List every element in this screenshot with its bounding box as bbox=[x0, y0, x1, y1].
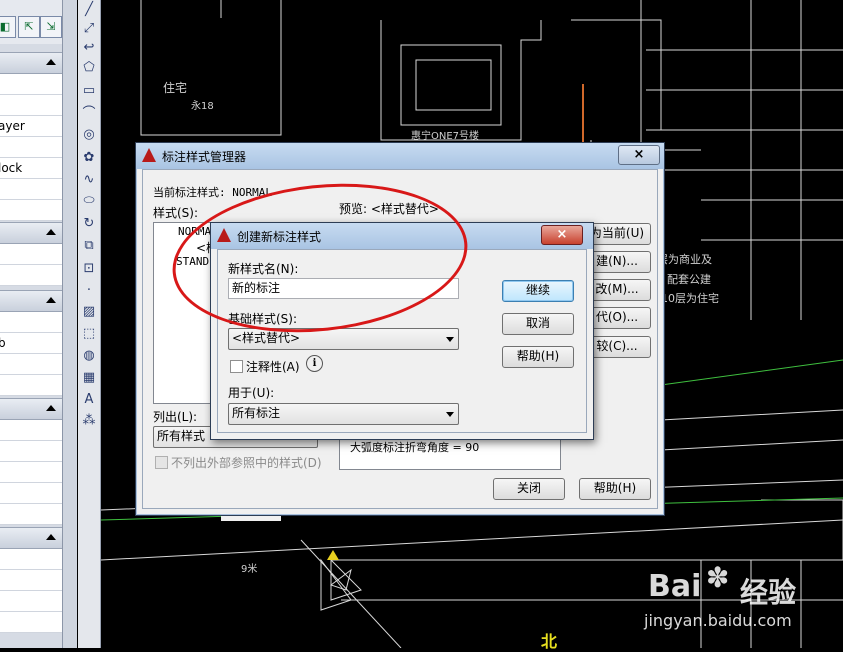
toggle-pickadd-icon[interactable]: ⇲ bbox=[40, 16, 62, 38]
use-for-combo[interactable]: 所有标注 bbox=[228, 403, 459, 425]
region-icon[interactable]: ◍ bbox=[81, 348, 97, 364]
palette-section-view[interactable] bbox=[0, 398, 62, 420]
exclude-xref-checkbox[interactable] bbox=[155, 456, 168, 469]
continue-button[interactable]: 继续 bbox=[502, 280, 574, 302]
palette-row[interactable] bbox=[0, 462, 62, 483]
palette-row[interactable] bbox=[0, 420, 62, 441]
palette-row[interactable] bbox=[0, 375, 62, 396]
polyline-icon[interactable]: ↩ bbox=[81, 40, 97, 56]
palette-section-3d[interactable] bbox=[0, 222, 62, 244]
list-label: 列出(L): bbox=[153, 410, 198, 424]
collapse-icon bbox=[46, 229, 56, 235]
palette-section-plot[interactable] bbox=[0, 290, 62, 312]
hatch-icon[interactable]: ▨ bbox=[81, 304, 97, 320]
info-icon[interactable]: i bbox=[306, 355, 323, 372]
add-selected-icon[interactable]: ⁂ bbox=[81, 413, 97, 429]
collapse-icon bbox=[46, 534, 56, 540]
canvas-label: 住宅 bbox=[163, 81, 188, 95]
palette-row-layer[interactable]: ayer bbox=[0, 116, 62, 137]
rectangle-icon[interactable]: ▭ bbox=[81, 83, 97, 99]
select-objects-icon[interactable]: ◧ bbox=[0, 16, 16, 38]
multiline-text-icon[interactable]: A bbox=[81, 392, 97, 408]
polygon-icon[interactable]: ⬠ bbox=[81, 60, 97, 76]
collapse-icon bbox=[46, 59, 56, 65]
annotative-label: 注释性(A) bbox=[246, 360, 300, 374]
palette-row[interactable] bbox=[0, 137, 62, 158]
palette-row[interactable] bbox=[0, 591, 62, 612]
ellipse-arc-icon[interactable]: ↻ bbox=[81, 216, 97, 232]
watermark-url: jingyan.baidu.com bbox=[644, 611, 792, 630]
collapse-icon bbox=[46, 405, 56, 411]
arc-icon[interactable]: ⌒ bbox=[81, 106, 97, 122]
palette-row[interactable] bbox=[0, 179, 62, 200]
help-button[interactable]: 帮助(H) bbox=[579, 478, 651, 500]
palette-row[interactable] bbox=[0, 312, 62, 333]
palette-row[interactable] bbox=[0, 74, 62, 95]
base-style-combo[interactable]: <样式替代> bbox=[228, 328, 459, 350]
palette-row[interactable] bbox=[0, 549, 62, 570]
canvas-label: 层为商业及 bbox=[657, 253, 712, 266]
watermark-brand2: 经验 bbox=[740, 576, 797, 609]
canvas-label: 9米 bbox=[241, 564, 258, 575]
canvas-label: 惠宁ONE7号楼 bbox=[411, 131, 480, 142]
paw-icon: ✽ bbox=[706, 561, 730, 594]
exclude-xref-label: 不列出外部参照中的样式(D) bbox=[171, 456, 322, 470]
palette-row[interactable] bbox=[0, 483, 62, 504]
draw-toolbar: ╱ ⤢ ↩ ⬠ ▭ ⌒ ◎ ✿ ∿ ⬭ ↻ ⧉ ⊡ · ▨ ⬚ ◍ ▦ A ⁂ bbox=[78, 0, 101, 648]
palette-row[interactable] bbox=[0, 200, 62, 221]
quick-select-icon[interactable]: ⇱ bbox=[18, 16, 40, 38]
use-for-label: 用于(U): bbox=[228, 386, 275, 400]
help-button[interactable]: 帮助(H) bbox=[502, 346, 574, 368]
gradient-icon[interactable]: ⬚ bbox=[81, 326, 97, 342]
dialog-titlebar[interactable]: 标注样式管理器 × bbox=[136, 143, 664, 169]
properties-palette: ◧ ⇱ ⇲ ayer lock b bbox=[0, 0, 63, 648]
preview-text: 大弧度标注折弯角度 = 90 bbox=[350, 441, 480, 454]
make-block-icon[interactable]: ⊡ bbox=[81, 261, 97, 277]
palette-row[interactable] bbox=[0, 95, 62, 116]
palette-row-block[interactable]: lock bbox=[0, 158, 62, 179]
canvas-label: 配套公建 bbox=[667, 273, 711, 286]
palette-splitter[interactable] bbox=[63, 0, 77, 648]
annotative-checkbox[interactable] bbox=[230, 360, 243, 373]
chevron-down-icon bbox=[446, 412, 454, 417]
palette-row[interactable] bbox=[0, 354, 62, 375]
chevron-down-icon bbox=[446, 337, 454, 342]
table-icon[interactable]: ▦ bbox=[81, 370, 97, 386]
palette-row[interactable] bbox=[0, 265, 62, 286]
palette-toolbar: ◧ ⇱ ⇲ bbox=[0, 0, 62, 44]
line-icon[interactable]: ╱ bbox=[81, 2, 97, 18]
cancel-button[interactable]: 取消 bbox=[502, 313, 574, 335]
palette-section-general[interactable] bbox=[0, 52, 62, 74]
north-label: 北 bbox=[541, 632, 558, 651]
autocad-icon bbox=[142, 148, 156, 162]
collapse-icon bbox=[46, 297, 56, 303]
watermark-brand: Bai bbox=[648, 569, 702, 604]
construction-line-icon[interactable]: ⤢ bbox=[81, 21, 97, 37]
palette-row[interactable] bbox=[0, 504, 62, 525]
palette-row[interactable] bbox=[0, 244, 62, 265]
close-icon[interactable]: × bbox=[541, 225, 583, 245]
insert-block-icon[interactable]: ⧉ bbox=[81, 238, 97, 254]
baidu-watermark: Bai ✽ 经验 jingyan.baidu.com bbox=[640, 555, 840, 645]
revision-cloud-icon[interactable]: ✿ bbox=[81, 150, 97, 166]
spline-icon[interactable]: ∿ bbox=[81, 172, 97, 188]
canvas-label: 永18 bbox=[191, 101, 214, 112]
point-icon[interactable]: · bbox=[81, 283, 97, 299]
palette-row[interactable] bbox=[0, 612, 62, 633]
dialog-title: 标注样式管理器 bbox=[162, 150, 247, 164]
palette-row[interactable] bbox=[0, 570, 62, 591]
palette-row[interactable] bbox=[0, 441, 62, 462]
circle-icon[interactable]: ◎ bbox=[81, 127, 97, 143]
close-button[interactable]: 关闭 bbox=[493, 478, 565, 500]
close-icon[interactable]: × bbox=[618, 145, 660, 165]
styles-label: 样式(S): bbox=[153, 206, 199, 220]
palette-row-plotstyle[interactable]: b bbox=[0, 333, 62, 354]
palette-section-misc[interactable] bbox=[0, 527, 62, 549]
canvas-label: -10层为住宅 bbox=[657, 292, 719, 305]
ellipse-icon[interactable]: ⬭ bbox=[81, 193, 97, 209]
